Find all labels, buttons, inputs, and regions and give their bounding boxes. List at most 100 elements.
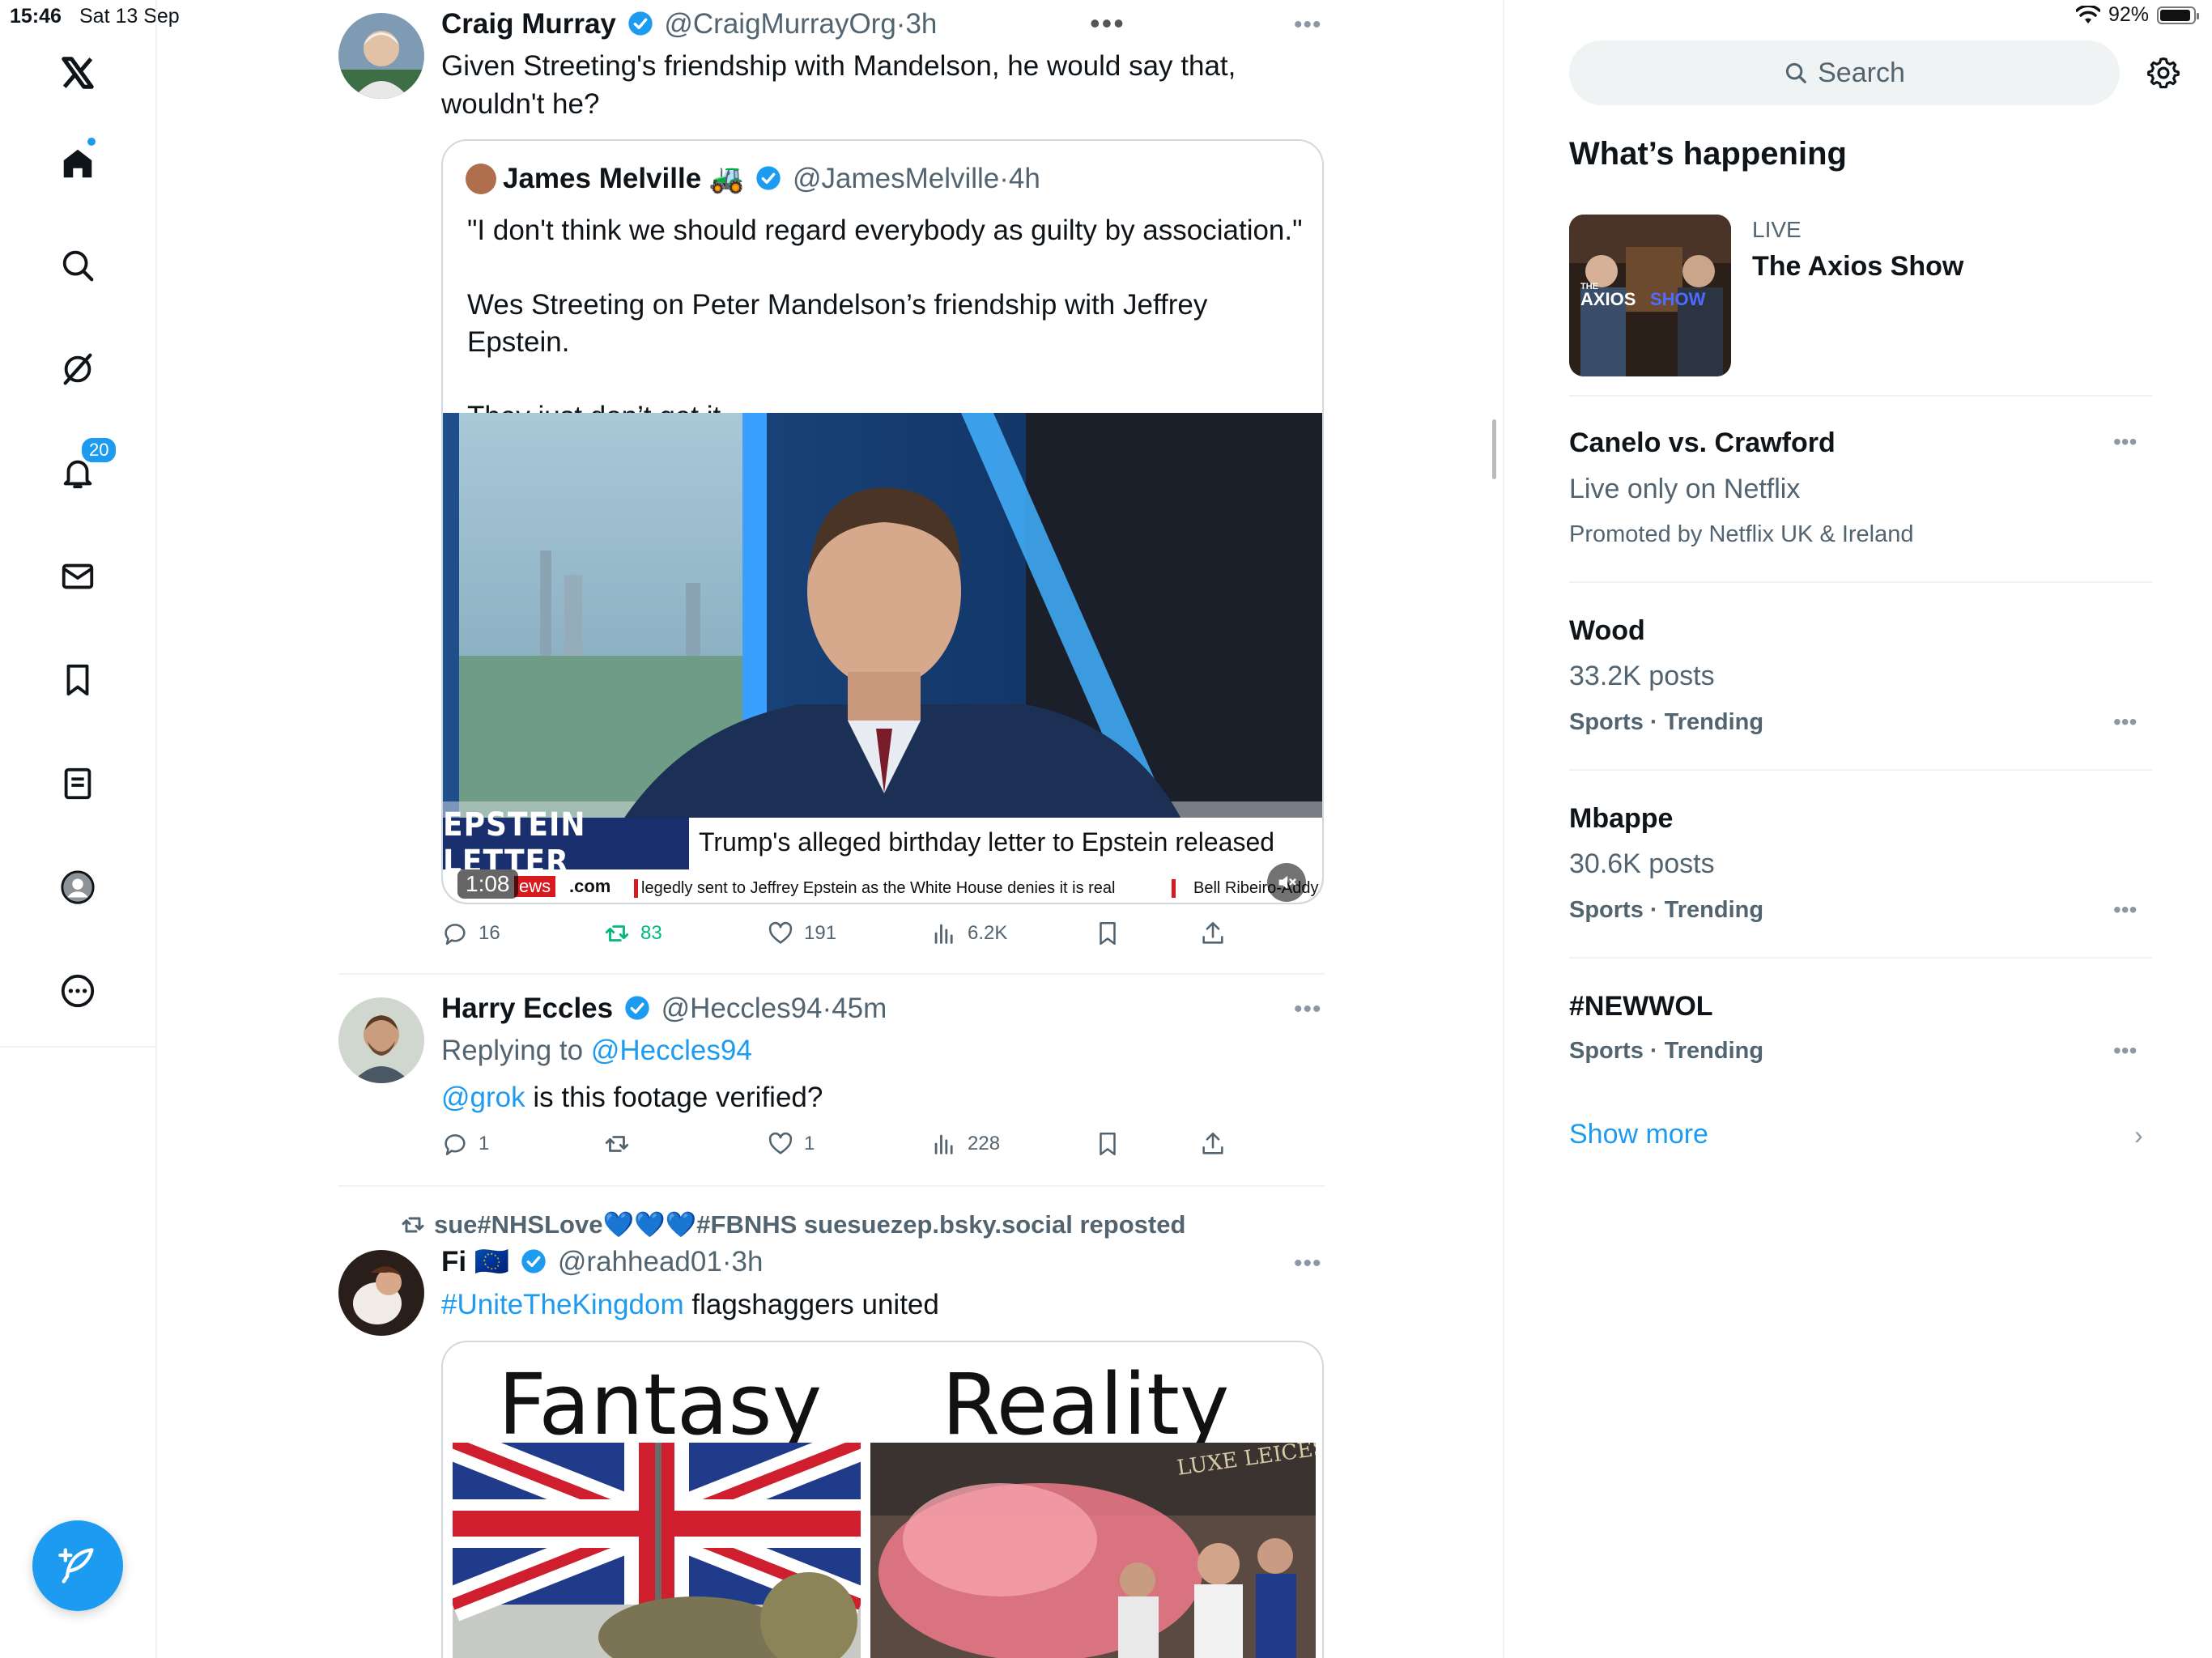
thumb-brand-2: SHOW (1650, 289, 1706, 309)
views-icon (934, 1134, 953, 1154)
share-icon (1202, 921, 1223, 944)
repost-icon (605, 1136, 629, 1152)
share-button[interactable] (1199, 1130, 1227, 1158)
tweet3-handle[interactable]: @rahhead01 (558, 1246, 722, 1278)
tweet1-more-icon[interactable]: ••• (1294, 11, 1322, 39)
search-input[interactable]: Search (1569, 40, 2120, 105)
trend-posts: 30.6K posts (1569, 848, 1715, 879)
quote-time: 4h (1008, 163, 1040, 194)
like-count: 1 (804, 1133, 815, 1154)
avatar-craig-murray[interactable] (338, 13, 424, 99)
battery-icon (2157, 6, 2199, 24)
bookmark-icon[interactable] (53, 656, 102, 704)
repost-small-icon (402, 1217, 424, 1233)
trend-title[interactable]: Wood (1569, 615, 1645, 647)
lists-icon[interactable] (53, 759, 102, 808)
views-button[interactable]: 6.2K (930, 920, 1007, 947)
like-button[interactable]: 191 (767, 920, 836, 947)
search-icon (1786, 62, 1806, 83)
views-button[interactable]: 228 (930, 1130, 1000, 1158)
compose-button[interactable] (32, 1520, 123, 1611)
trend-more-icon[interactable]: ••• (2113, 709, 2137, 735)
avatar-fi[interactable] (338, 1250, 424, 1336)
bell-icon[interactable]: 20 (53, 436, 119, 497)
meme-image[interactable]: Fantasy Reality LUXE LEICEST (441, 1341, 1324, 1658)
tweet1-author-name[interactable]: Craig Murray (441, 8, 616, 40)
trend-title[interactable]: #NEWWOL (1569, 991, 1713, 1022)
bookmark-button[interactable] (1094, 920, 1121, 947)
avatar-harry-eccles[interactable] (338, 997, 424, 1083)
quote-handle: @JamesMelville (792, 163, 1000, 194)
quoted-tweet[interactable]: James Melville 🚜 @JamesMelville·4h "I do… (441, 139, 1324, 904)
meme-right-crowd-image: LUXE LEICEST (870, 1443, 1316, 1658)
views-count: 6.2K (968, 922, 1008, 944)
grok-mention-link[interactable]: @grok (441, 1082, 525, 1113)
reply-count: 1 (479, 1133, 490, 1154)
bookmark-button[interactable] (1094, 1130, 1121, 1158)
trend-more-icon[interactable]: ••• (2113, 897, 2137, 923)
x-logo-icon[interactable] (53, 49, 102, 97)
more-icon[interactable] (53, 967, 102, 1015)
ticker-logo-suffix: .com (569, 876, 611, 896)
verified-badge-icon (521, 1249, 546, 1273)
meme-caption-right: Reality (942, 1355, 1230, 1454)
video-duration: 1:08 (457, 869, 518, 899)
live-title[interactable]: The Axios Show (1752, 251, 1963, 283)
reply-button[interactable]: 1 (441, 1130, 489, 1158)
bookmark-icon (1100, 1132, 1116, 1156)
video-tag: EPSTEIN LETTER (443, 806, 689, 881)
ticker-text-1: legedly sent to Jeffrey Epstein as the W… (634, 879, 1116, 898)
reply-button[interactable]: 16 (441, 920, 500, 947)
mail-icon[interactable] (53, 552, 102, 601)
replying-to-link[interactable]: @Heccles94 (591, 1035, 752, 1066)
repost-button[interactable] (603, 1130, 631, 1158)
trend-posts: 33.2K posts (1569, 661, 1715, 691)
trend-title[interactable]: Canelo vs. Crawford (1569, 427, 1836, 459)
share-button[interactable] (1199, 920, 1227, 947)
trend-category: Sports · Trending (1569, 709, 1764, 735)
trend-separator (1569, 769, 2152, 771)
home-unread-dot (86, 136, 97, 147)
repost-button[interactable]: 83 (603, 920, 662, 947)
reposted-by-suffix: #FBNHS suesuezep.bsky.social reposted (696, 1210, 1186, 1239)
trend-more-icon[interactable]: ••• (2113, 1038, 2137, 1064)
quote-line-2: Wes Streeting on Peter Mandelson’s frien… (467, 289, 1208, 358)
trend-separator (1569, 581, 2152, 583)
quote-video[interactable]: EPSTEIN LETTER Trump's alleged birthday … (443, 413, 1322, 903)
tweet2-time[interactable]: 45m (832, 993, 887, 1024)
chevron-right-icon: › (2134, 1120, 2143, 1150)
trend-title[interactable]: Mbappe (1569, 803, 1673, 835)
trend-more-icon[interactable]: ••• (2113, 429, 2137, 455)
hashtag-link[interactable]: #UniteTheKingdom (441, 1289, 684, 1320)
settings-gear-icon[interactable] (2146, 55, 2181, 91)
tweet2-actions: 1 1 228 (441, 1130, 1259, 1163)
tweet3-header: Fi 🇪🇺 @rahhead01·3h (441, 1246, 764, 1278)
reposted-by-hearts: 💙💙💙 (602, 1210, 697, 1239)
search-icon[interactable] (53, 241, 102, 290)
tweet2-handle[interactable]: @Heccles94 (661, 993, 823, 1024)
nav-divider (0, 1046, 157, 1048)
reposted-by-line[interactable]: sue#NHSLove💙💙💙#FBNHS suesuezep.bsky.soci… (400, 1209, 1185, 1239)
tweet1-handle[interactable]: @CraigMurrayOrg (664, 8, 895, 40)
tweet1-time[interactable]: 3h (905, 8, 937, 40)
ticker-logo: ews (514, 876, 556, 897)
live-show-thumbnail[interactable]: THE AXIOS SHOW (1569, 215, 1731, 376)
verified-badge-icon (627, 11, 653, 36)
profile-icon[interactable] (53, 863, 102, 912)
like-button[interactable]: 1 (767, 1130, 815, 1158)
tweet2-replying: Replying to @Heccles94 (441, 1031, 752, 1069)
window-grabber-dots[interactable]: ••• (1090, 6, 1125, 40)
tweet3-time[interactable]: 3h (731, 1246, 763, 1278)
verified-badge-icon (625, 996, 649, 1020)
home-icon[interactable] (53, 136, 102, 188)
split-view-handle[interactable] (1492, 419, 1496, 479)
mute-icon[interactable] (1267, 863, 1306, 902)
tweet3-author-name[interactable]: Fi (441, 1246, 466, 1278)
tweet2-more-icon[interactable]: ••• (1294, 996, 1322, 1023)
tweet2-author-name[interactable]: Harry Eccles (441, 993, 613, 1024)
grok-icon[interactable] (53, 345, 102, 393)
show-more-link[interactable]: Show more (1569, 1119, 1708, 1150)
reply-count: 16 (479, 922, 500, 944)
tweet3-more-icon[interactable]: ••• (1294, 1250, 1322, 1278)
heart-icon (768, 1132, 793, 1154)
